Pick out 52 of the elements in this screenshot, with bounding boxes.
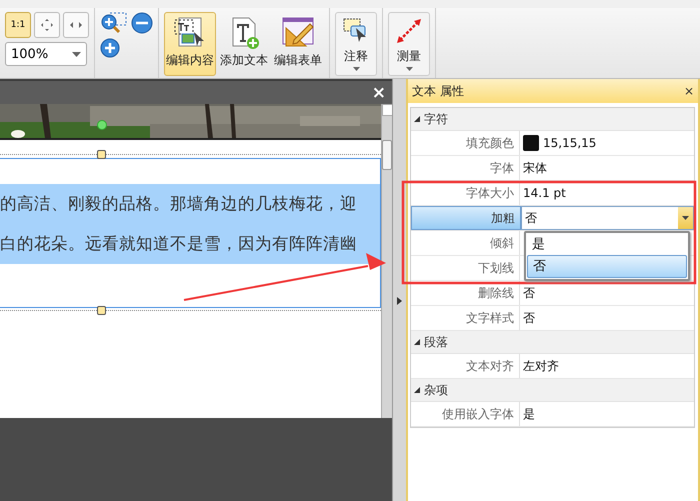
- color-swatch[interactable]: [523, 135, 539, 151]
- zoom-dropdown[interactable]: 100%: [5, 42, 87, 66]
- zoom-out-icon[interactable]: [131, 12, 153, 34]
- dropdown-option[interactable]: 否: [527, 255, 687, 278]
- add-text-button[interactable]: 添加文本: [218, 12, 270, 76]
- property-label[interactable]: 加粗: [411, 206, 521, 230]
- caret-icon: [352, 67, 360, 71]
- caret-icon: [72, 52, 81, 56]
- fit-page-icon: [40, 18, 54, 32]
- caret-icon: [406, 67, 412, 71]
- property-label[interactable]: 字体: [411, 156, 520, 180]
- close-button[interactable]: ×: [684, 84, 694, 98]
- property-label[interactable]: 字体大小: [411, 181, 520, 205]
- expanded-icon: [414, 387, 420, 393]
- zoom-in-icon[interactable]: [100, 38, 120, 58]
- property-label[interactable]: 填充颜色: [411, 131, 520, 155]
- fit-width-button[interactable]: [63, 12, 89, 38]
- panel-title: 文本 属性: [412, 82, 464, 100]
- measure-button[interactable]: 测量: [388, 12, 430, 76]
- property-label[interactable]: 文本对齐: [411, 354, 520, 378]
- expanded-icon: [414, 116, 420, 122]
- resize-handle[interactable]: [97, 150, 106, 159]
- section-header[interactable]: 段落: [411, 331, 694, 354]
- section-header[interactable]: 杂项: [411, 379, 694, 402]
- property-label[interactable]: 下划线: [411, 256, 520, 280]
- expanded-icon: [414, 339, 420, 345]
- collapse-arrow-icon[interactable]: [397, 296, 402, 304]
- text-box[interactable]: 的高洁、刚毅的品格。那墙角边的几枝梅花，迎 白的花朵。远看就知道不是雪，因为有阵阵清幽: [0, 158, 381, 308]
- property-label[interactable]: 使用嵌入字体: [411, 402, 520, 426]
- edit-form-button[interactable]: 编辑表单: [272, 12, 324, 76]
- property-label[interactable]: 文字样式: [411, 306, 520, 330]
- actual-size-button[interactable]: 1:1: [5, 12, 31, 38]
- property-value: 否: [523, 284, 535, 302]
- property-value: 14.1 pt: [523, 186, 566, 200]
- property-value: 左对齐: [523, 358, 559, 374]
- property-label[interactable]: 删除线: [411, 281, 520, 305]
- section-header[interactable]: 字符: [411, 108, 694, 131]
- measure-icon: [394, 16, 424, 46]
- comment-button[interactable]: 注释: [335, 12, 377, 76]
- property-value: 宋体: [523, 160, 547, 176]
- zoom-in-icon[interactable]: [100, 12, 128, 34]
- edit-content-button[interactable]: 编辑内容: [164, 12, 216, 76]
- property-value: 否: [523, 310, 535, 326]
- property-value: 15,15,15: [543, 136, 596, 150]
- property-value: 是: [523, 406, 535, 422]
- close-button[interactable]: ×: [370, 84, 388, 102]
- resize-handle[interactable]: [97, 306, 106, 315]
- caret-icon: [682, 216, 689, 220]
- value-dropdown[interactable]: 否: [521, 206, 694, 230]
- dropdown-option[interactable]: 是: [527, 234, 687, 255]
- scrollbar[interactable]: [381, 104, 392, 418]
- property-label[interactable]: 倾斜: [411, 231, 520, 255]
